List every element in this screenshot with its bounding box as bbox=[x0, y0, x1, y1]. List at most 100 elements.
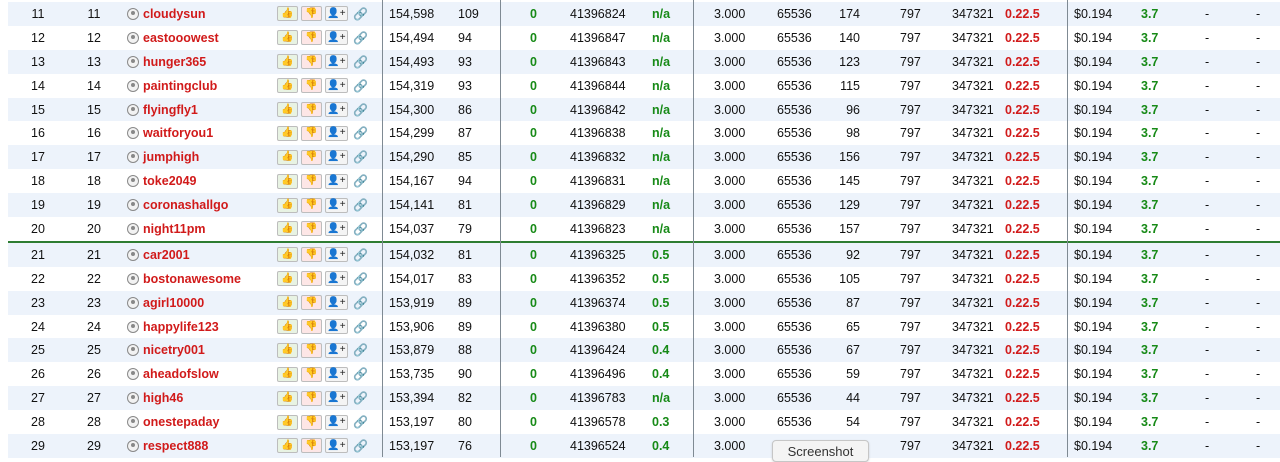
factor-cell: 3.000 bbox=[714, 150, 746, 165]
link-icon[interactable]: 🔗 bbox=[353, 31, 368, 45]
thumbs-up-icon[interactable]: 👍 bbox=[277, 197, 298, 213]
thumbs-down-icon[interactable]: 👎 bbox=[301, 366, 322, 382]
thumbs-up-icon[interactable]: 👍 bbox=[277, 319, 298, 335]
link-icon[interactable]: 🔗 bbox=[353, 198, 368, 212]
thumbs-up-icon[interactable]: 👍 bbox=[277, 438, 298, 454]
username-link[interactable]: paintingclub bbox=[143, 79, 217, 93]
thumbs-down-icon[interactable]: 👎 bbox=[301, 125, 322, 141]
username-link[interactable]: jumphigh bbox=[143, 150, 199, 164]
link-icon[interactable]: 🔗 bbox=[353, 272, 368, 286]
link-icon[interactable]: 🔗 bbox=[353, 174, 368, 188]
add-user-icon[interactable]: 👤+ bbox=[325, 30, 348, 46]
thumbs-up-icon[interactable]: 👍 bbox=[277, 342, 298, 358]
thumbs-down-icon[interactable]: 👎 bbox=[301, 342, 322, 358]
username-link[interactable]: high46 bbox=[143, 391, 183, 405]
username-link[interactable]: aheadofslow bbox=[143, 367, 219, 381]
link-icon[interactable]: 🔗 bbox=[353, 103, 368, 117]
link-icon[interactable]: 🔗 bbox=[353, 343, 368, 357]
thumbs-up-icon[interactable]: 👍 bbox=[277, 414, 298, 430]
link-icon[interactable]: 🔗 bbox=[353, 296, 368, 310]
add-user-icon[interactable]: 👤+ bbox=[325, 390, 348, 406]
thumbs-up-icon[interactable]: 👍 bbox=[277, 6, 298, 22]
thumbs-up-icon[interactable]: 👍 bbox=[277, 54, 298, 70]
thumbs-down-icon[interactable]: 👎 bbox=[301, 197, 322, 213]
add-user-icon[interactable]: 👤+ bbox=[325, 125, 348, 141]
username-link[interactable]: agirl10000 bbox=[143, 296, 204, 310]
add-user-icon[interactable]: 👤+ bbox=[325, 54, 348, 70]
add-user-icon[interactable]: 👤+ bbox=[325, 414, 348, 430]
add-user-icon[interactable]: 👤+ bbox=[325, 149, 348, 165]
link-icon[interactable]: 🔗 bbox=[353, 7, 368, 21]
thumbs-up-icon[interactable]: 👍 bbox=[277, 125, 298, 141]
thumbs-down-icon[interactable]: 👎 bbox=[301, 247, 322, 263]
add-user-icon[interactable]: 👤+ bbox=[325, 197, 348, 213]
link-icon[interactable]: 🔗 bbox=[353, 150, 368, 164]
thumbs-up-icon[interactable]: 👍 bbox=[277, 149, 298, 165]
username-link[interactable]: car2001 bbox=[143, 248, 190, 262]
username-link[interactable]: flyingfly1 bbox=[143, 103, 198, 117]
username-link[interactable]: waitforyou1 bbox=[143, 126, 213, 140]
thumbs-down-icon[interactable]: 👎 bbox=[301, 6, 322, 22]
add-user-icon[interactable]: 👤+ bbox=[325, 295, 348, 311]
thumbs-down-icon[interactable]: 👎 bbox=[301, 414, 322, 430]
thumbs-down-icon[interactable]: 👎 bbox=[301, 173, 322, 189]
add-user-icon[interactable]: 👤+ bbox=[325, 6, 348, 22]
position-cell: 23 bbox=[87, 295, 101, 310]
thumbs-down-icon[interactable]: 👎 bbox=[301, 438, 322, 454]
link-icon[interactable]: 🔗 bbox=[353, 320, 368, 334]
link-icon[interactable]: 🔗 bbox=[353, 439, 368, 453]
thumbs-down-icon[interactable]: 👎 bbox=[301, 54, 322, 70]
username-link[interactable]: night11pm bbox=[143, 222, 206, 236]
add-user-icon[interactable]: 👤+ bbox=[325, 247, 348, 263]
username-link[interactable]: eastooowest bbox=[143, 31, 219, 45]
add-user-icon[interactable]: 👤+ bbox=[325, 173, 348, 189]
thumbs-down-icon[interactable]: 👎 bbox=[301, 102, 322, 117]
thumbs-up-icon[interactable]: 👍 bbox=[277, 366, 298, 382]
thumbs-up-icon[interactable]: 👍 bbox=[277, 295, 298, 311]
thumbs-down-icon[interactable]: 👎 bbox=[301, 30, 322, 46]
link-icon[interactable]: 🔗 bbox=[353, 415, 368, 429]
add-user-icon[interactable]: 👤+ bbox=[325, 271, 348, 287]
add-user-icon[interactable]: 👤+ bbox=[325, 438, 348, 454]
thumbs-down-icon[interactable]: 👎 bbox=[301, 271, 322, 287]
link-icon[interactable]: 🔗 bbox=[353, 79, 368, 93]
username-link[interactable]: coronashallgo bbox=[143, 198, 228, 212]
thumbs-up-icon[interactable]: 👍 bbox=[277, 30, 298, 46]
thumbs-up-icon[interactable]: 👍 bbox=[277, 173, 298, 189]
thumbs-down-icon[interactable]: 👎 bbox=[301, 149, 322, 165]
username-link[interactable]: toke2049 bbox=[143, 174, 197, 188]
add-user-icon[interactable]: 👤+ bbox=[325, 319, 348, 335]
username-link[interactable]: onestepaday bbox=[143, 415, 219, 429]
thumbs-up-icon[interactable]: 👍 bbox=[277, 78, 298, 94]
thumbs-up-icon[interactable]: 👍 bbox=[277, 271, 298, 287]
thumbs-up-icon[interactable]: 👍 bbox=[277, 390, 298, 406]
link-icon[interactable]: 🔗 bbox=[353, 367, 368, 381]
link-icon[interactable]: 🔗 bbox=[353, 391, 368, 405]
link-icon[interactable]: 🔗 bbox=[353, 248, 368, 262]
rate-cell: 0.4 bbox=[652, 343, 670, 358]
thumbs-down-icon[interactable]: 👎 bbox=[301, 319, 322, 335]
username-link[interactable]: bostonawesome bbox=[143, 272, 241, 286]
add-user-icon[interactable]: 👤+ bbox=[325, 78, 348, 94]
username-link[interactable]: nicetry001 bbox=[143, 343, 205, 357]
username-link[interactable]: cloudysun bbox=[143, 7, 206, 21]
thumbs-down-icon[interactable]: 👎 bbox=[301, 295, 322, 311]
link-icon[interactable]: 🔗 bbox=[353, 126, 368, 140]
metric-cell: 797 bbox=[900, 295, 921, 310]
link-icon[interactable]: 🔗 bbox=[353, 222, 368, 236]
username-link[interactable]: happylife123 bbox=[143, 320, 219, 334]
add-user-icon[interactable]: 👤+ bbox=[325, 366, 348, 382]
add-user-icon[interactable]: 👤+ bbox=[325, 221, 348, 237]
thumbs-down-icon[interactable]: 👎 bbox=[301, 390, 322, 406]
version-cell: 0.22.5 bbox=[1005, 54, 1040, 69]
thumbs-up-icon[interactable]: 👍 bbox=[277, 102, 298, 117]
username-link[interactable]: respect888 bbox=[143, 439, 208, 453]
thumbs-down-icon[interactable]: 👎 bbox=[301, 221, 322, 237]
thumbs-up-icon[interactable]: 👍 bbox=[277, 221, 298, 237]
link-icon[interactable]: 🔗 bbox=[353, 55, 368, 69]
add-user-icon[interactable]: 👤+ bbox=[325, 342, 348, 358]
add-user-icon[interactable]: 👤+ bbox=[325, 102, 348, 117]
thumbs-down-icon[interactable]: 👎 bbox=[301, 78, 322, 94]
thumbs-up-icon[interactable]: 👍 bbox=[277, 247, 298, 263]
username-link[interactable]: hunger365 bbox=[143, 55, 206, 69]
